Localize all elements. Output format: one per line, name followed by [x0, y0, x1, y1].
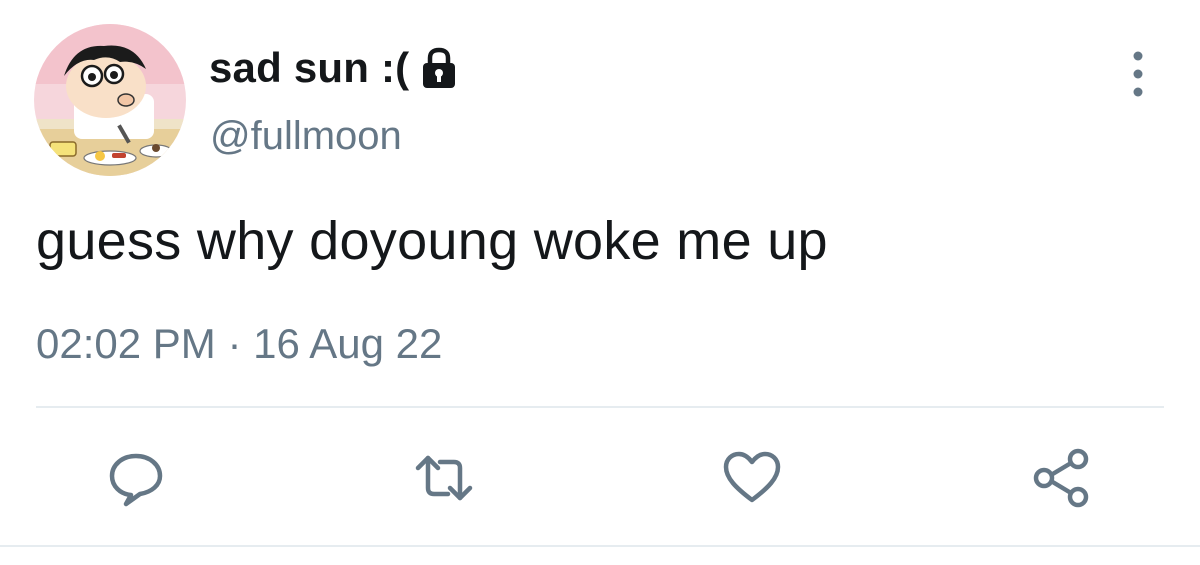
- tweet-time: 02:02 PM: [36, 320, 216, 367]
- reply-icon: [109, 453, 163, 507]
- display-name[interactable]: sad sun :(: [209, 44, 409, 92]
- user-handle[interactable]: @fullmoon: [210, 114, 402, 159]
- retweet-icon: [415, 455, 473, 501]
- author-name-row: sad sun :(: [209, 40, 459, 96]
- divider: [36, 406, 1164, 408]
- tweet-date: 16 Aug 22: [253, 320, 443, 367]
- tweet-timestamp[interactable]: 02:02 PM · 16 Aug 22: [36, 320, 442, 368]
- more-vertical-icon: [1133, 51, 1143, 97]
- like-button[interactable]: [720, 446, 784, 510]
- bottom-border: [0, 545, 1200, 547]
- lock-icon: [419, 46, 459, 90]
- retweet-button[interactable]: [412, 446, 476, 510]
- reply-button[interactable]: [104, 446, 168, 510]
- timestamp-separator: ·: [227, 320, 242, 367]
- share-button[interactable]: [1030, 446, 1094, 510]
- heart-icon: [723, 451, 781, 503]
- tweet-text: guess why doyoung woke me up: [36, 211, 828, 271]
- cartoon-boy-avatar: [34, 24, 186, 176]
- avatar[interactable]: [34, 24, 186, 176]
- share-icon: [1033, 448, 1089, 508]
- more-options-button[interactable]: [1118, 44, 1158, 104]
